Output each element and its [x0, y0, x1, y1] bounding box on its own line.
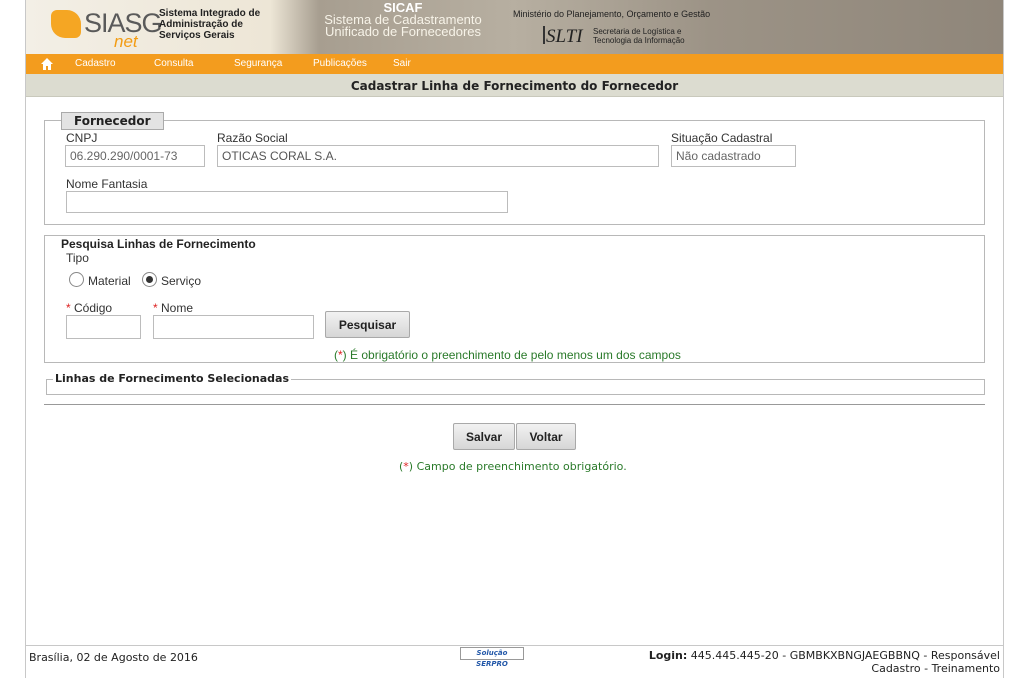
footer-date: Brasília, 02 de Agosto de 2016 — [29, 651, 198, 664]
required-asterisk: * — [338, 348, 343, 362]
campo-obrigatorio-note-text: Campo de preenchimento obrigatório. — [416, 460, 627, 473]
ministry-name: Ministério do Planejamento, Orçamento e … — [513, 9, 711, 19]
page-title: Cadastrar Linha de Fornecimento do Forne… — [350, 79, 679, 93]
footer-login: Login: 445.445.445-20 - GBMBKXBNGJAEGBBN… — [649, 649, 1000, 675]
menu-item-consulta[interactable]: Consulta — [154, 58, 193, 69]
tipo-material-label[interactable]: Material — [88, 274, 131, 288]
tipo-servico-label[interactable]: Serviço — [161, 274, 201, 288]
slti-logo: SLTI — [546, 26, 583, 47]
siasg-logo: SIASG net — [48, 6, 163, 51]
nome-fantasia-field[interactable] — [66, 191, 508, 213]
razao-social-field[interactable]: OTICAS CORAL S.A. — [217, 145, 659, 167]
pesquisa-required-note-text: É obrigatório o preenchimento de pelo me… — [350, 348, 681, 362]
fornecedor-legend: Fornecedor — [61, 112, 164, 130]
page-frame: SIASG net Sistema Integrado de Administr… — [25, 0, 1004, 678]
sicaf-title-block: SICAF Sistema de Cadastramento Unificado… — [298, 1, 508, 39]
system-name: Sistema Integrado de Administração de Se… — [159, 8, 260, 41]
codigo-label: * Código — [66, 301, 112, 315]
nome-label: * Nome — [153, 301, 193, 315]
login-value: 445.445.445-20 - GBMBKXBNGJAEGBBNQ - Res… — [690, 649, 1000, 662]
slti-divider — [543, 26, 545, 44]
tipo-label: Tipo — [66, 251, 89, 265]
pesquisa-legend: Pesquisa Linhas de Fornecimento — [61, 237, 256, 251]
menu-item-seguranca[interactable]: Segurança — [234, 58, 282, 69]
home-icon[interactable] — [40, 57, 54, 71]
nome-fantasia-label: Nome Fantasia — [66, 177, 148, 191]
system-name-line: Sistema Integrado de — [159, 8, 261, 19]
required-asterisk: * — [403, 460, 409, 473]
nome-input[interactable] — [153, 315, 314, 339]
section-divider — [44, 404, 985, 405]
pesquisa-required-note: (*) É obrigatório o preenchimento de pel… — [334, 348, 681, 362]
serpro-logo: Solução SERPRO — [460, 647, 524, 668]
menu-item-sair[interactable]: Sair — [393, 58, 411, 69]
sicaf-subtitle: Unificado de Fornecedores — [324, 24, 482, 39]
menu-item-publicacoes[interactable]: Publicações — [313, 58, 367, 69]
slti-text-line: Secretaria de Logística e — [593, 27, 682, 36]
situacao-cadastral-field[interactable]: Não cadastrado — [671, 145, 796, 167]
campo-obrigatorio-note: (*) Campo de preenchimento obrigatório. — [399, 460, 627, 473]
selecionadas-legend: Linhas de Fornecimento Selecionadas — [53, 372, 291, 385]
pesquisar-button[interactable]: Pesquisar — [325, 311, 410, 338]
siasg-logo-emblem — [51, 10, 81, 38]
system-name-line: Serviços Gerais — [159, 30, 235, 41]
footer: Brasília, 02 de Agosto de 2016 Solução S… — [26, 645, 1003, 678]
required-asterisk: * — [153, 301, 158, 315]
voltar-button[interactable]: Voltar — [516, 423, 576, 450]
codigo-input[interactable] — [66, 315, 141, 339]
system-name-line: Administração de — [159, 19, 243, 30]
situacao-cadastral-label: Situação Cadastral — [671, 131, 773, 145]
main-menu: Cadastro Consulta Segurança Publicações … — [26, 54, 1003, 74]
tipo-material-radio[interactable] — [69, 272, 84, 287]
razao-social-label: Razão Social — [217, 131, 288, 145]
login-value-line2: Cadastro - Treinamento — [871, 662, 1000, 675]
tipo-servico-radio[interactable] — [142, 272, 157, 287]
pesquisa-fieldset — [44, 235, 985, 363]
slti-text: Secretaria de Logística e Tecnologia da … — [593, 27, 685, 45]
cnpj-label: CNPJ — [66, 131, 98, 145]
salvar-button[interactable]: Salvar — [453, 423, 515, 450]
header-banner: SIASG net Sistema Integrado de Administr… — [26, 0, 1003, 54]
codigo-label-text: Código — [74, 301, 113, 315]
logo-net: net — [114, 32, 138, 51]
title-bar: Cadastrar Linha de Fornecimento do Forne… — [26, 74, 1003, 97]
required-asterisk: * — [66, 301, 71, 315]
slti-text-line: Tecnologia da Informação — [593, 36, 685, 45]
login-label: Login: — [648, 649, 688, 662]
menu-item-cadastro[interactable]: Cadastro — [75, 58, 116, 69]
cnpj-field[interactable]: 06.290.290/0001-73 — [65, 145, 205, 167]
nome-label-text: Nome — [161, 301, 194, 315]
